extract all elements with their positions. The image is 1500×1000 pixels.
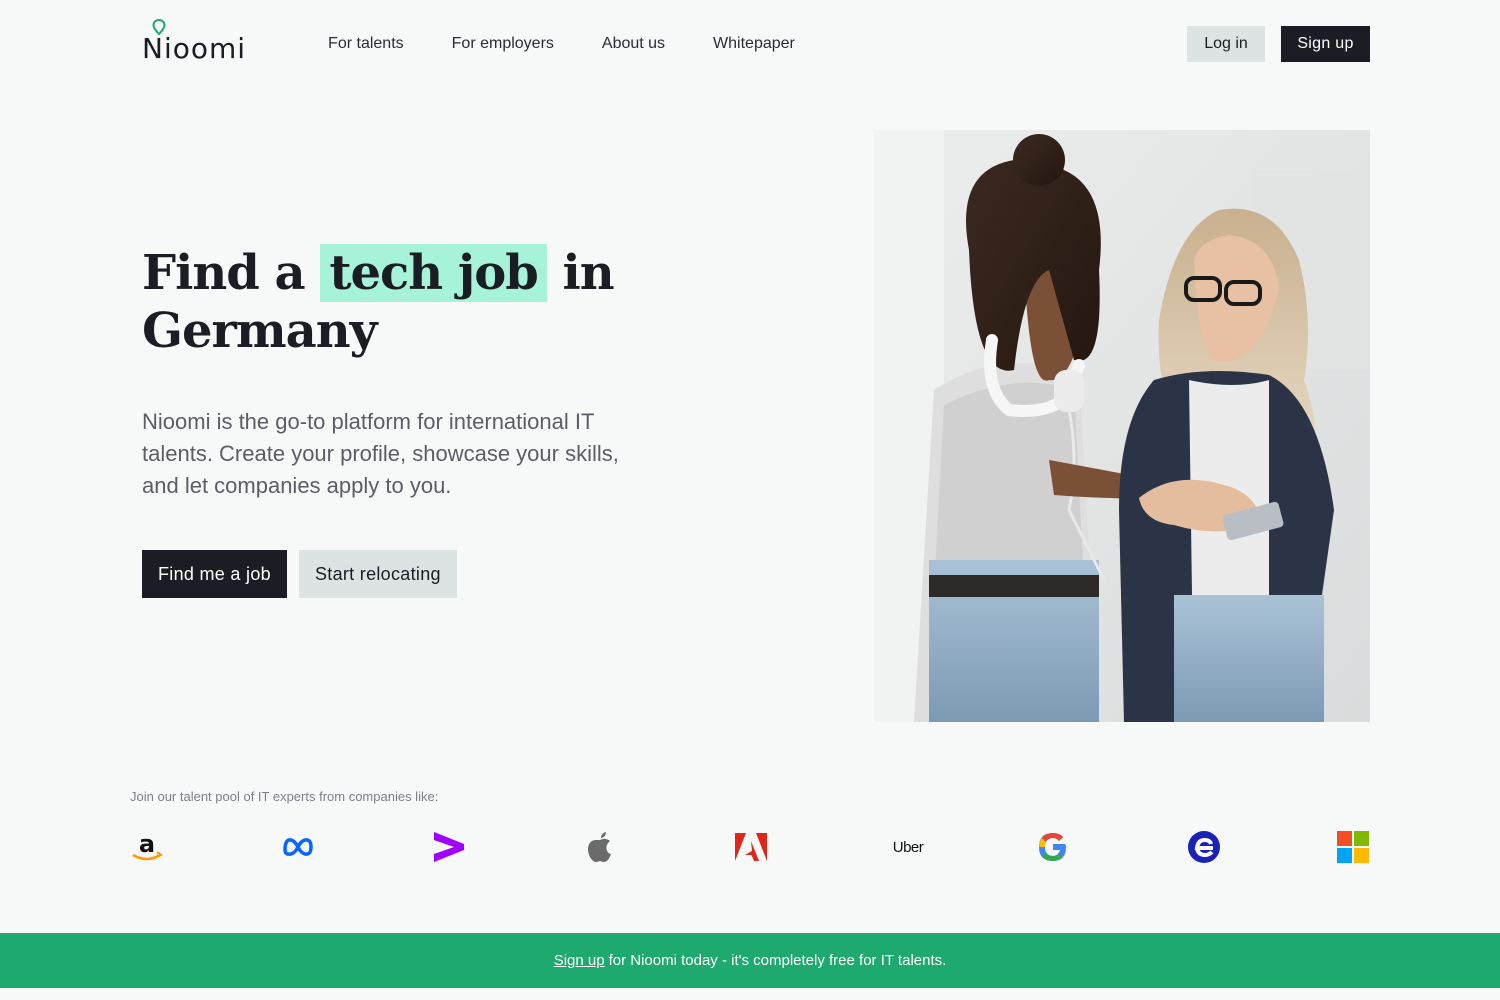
hero-title-start: Find a: [142, 245, 306, 301]
top-navigation: Nioomi For talents For employers About u…: [142, 0, 1370, 88]
signup-banner: Sign up for Nioomi today - it's complete…: [0, 933, 1500, 988]
nav-for-talents[interactable]: For talents: [328, 35, 404, 53]
accenture-logo-icon: [432, 830, 466, 864]
hero-title-highlight: tech job: [320, 244, 547, 302]
hero-title: Find a tech job in Germany: [142, 244, 702, 360]
nav-about-us[interactable]: About us: [602, 35, 665, 53]
nav-for-employers[interactable]: For employers: [452, 35, 554, 53]
banner-text: for Nioomi today - it's completely free …: [608, 952, 947, 969]
nioomi-logo[interactable]: Nioomi: [142, 19, 247, 65]
amazon-logo-icon: a: [130, 830, 164, 864]
microsoft-logo-icon: [1336, 830, 1370, 864]
signup-button[interactable]: Sign up: [1281, 26, 1370, 62]
find-job-button[interactable]: Find me a job: [142, 550, 287, 598]
banner-signup-link[interactable]: Sign up: [554, 952, 605, 969]
hero-photo-illustration: [874, 130, 1370, 722]
hero-description: Nioomi is the go-to platform for interna…: [142, 409, 619, 498]
svg-text:a: a: [139, 830, 155, 858]
meta-logo-icon: [281, 830, 315, 864]
location-pin-icon: [152, 19, 166, 36]
main-nav: For talents For employers About us White…: [328, 35, 795, 53]
logo-text: Nioomi: [142, 32, 247, 65]
login-button[interactable]: Log in: [1187, 26, 1265, 62]
auth-buttons: Log in Sign up: [1187, 26, 1370, 62]
google-logo-icon: [1036, 830, 1070, 864]
adobe-logo-icon: [734, 830, 768, 864]
nav-whitepaper[interactable]: Whitepaper: [713, 35, 795, 53]
apple-logo-icon: [583, 830, 617, 864]
hero-cta-group: Find me a job Start relocating: [142, 550, 457, 598]
start-relocating-button[interactable]: Start relocating: [298, 550, 457, 598]
companies-label: Join our talent pool of IT experts from …: [130, 789, 439, 804]
company-logos: a Uber: [130, 830, 1370, 864]
e-logo-icon: [1187, 830, 1221, 864]
uber-logo-icon: Uber: [885, 830, 931, 864]
uber-logo-text: Uber: [892, 838, 924, 856]
hero-photo: [874, 130, 1370, 722]
